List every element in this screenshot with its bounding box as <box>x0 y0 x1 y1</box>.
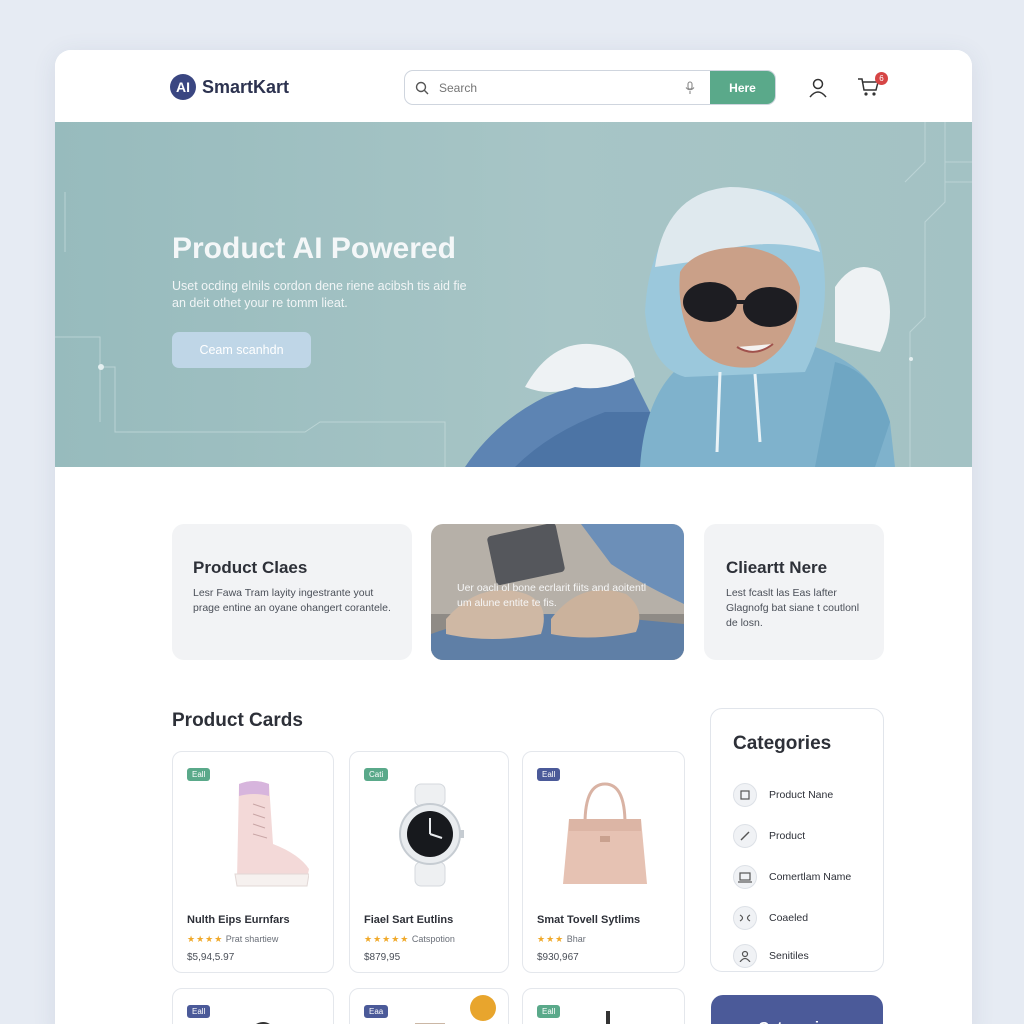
product-price: $879,95 <box>364 952 401 963</box>
category-item[interactable]: Product Nane <box>733 783 833 807</box>
product-thumbnail <box>415 1023 445 1024</box>
category-item[interactable]: Product <box>733 824 805 848</box>
category-item[interactable]: Senitiles <box>733 944 809 968</box>
product-section-title: Product Cards <box>172 710 303 731</box>
brand-logo[interactable]: AI SmartKart <box>170 74 289 100</box>
star-rating-icon: ★★★★ <box>187 934 224 944</box>
product-rating: ★★★★★ Catspotion <box>364 934 455 945</box>
product-thumbnail <box>256 1022 270 1024</box>
rating-text: Catspotion <box>411 934 455 944</box>
brand-name: SmartKart <box>202 76 290 97</box>
category-label: Product Nane <box>769 789 834 801</box>
search-bar: Here <box>404 70 776 105</box>
tag-icon <box>733 783 757 807</box>
hero-title: Product AI Powered <box>172 232 456 265</box>
link-icon <box>733 906 757 930</box>
handbag-image <box>563 782 647 884</box>
category-label: Coaeled <box>769 912 809 924</box>
user-account-icon[interactable] <box>807 77 829 104</box>
feature-card-client[interactable]: Clieartt Nere Lest fcaslt las Eas lafter… <box>704 524 884 660</box>
hero-cta-button[interactable]: Ceam scanhdn <box>172 332 311 368</box>
category-item[interactable]: Coaeled <box>733 906 808 930</box>
product-name: Nulth Eips Eurnfars <box>187 914 290 926</box>
star-rating-icon: ★★★★★ <box>364 934 410 944</box>
search-button[interactable]: Here <box>710 71 775 104</box>
feature-text: Lesr Fawa Tram layity ingestrante yout p… <box>193 587 391 614</box>
product-card[interactable]: Eall Nulth Eips Eurnfars ★★★★ Prat shart… <box>172 751 334 973</box>
rating-text: Bhar <box>566 934 586 944</box>
rating-text: Prat shartiew <box>225 934 279 944</box>
product-tag: Eall <box>537 1005 561 1018</box>
categories-title: Categories <box>733 733 832 754</box>
category-label: Comertlam Name <box>769 871 852 883</box>
hero-model-image <box>465 187 895 467</box>
product-rating: ★★★★ Prat shartiew <box>187 934 278 945</box>
sneaker-boot-image <box>234 781 309 887</box>
product-card[interactable]: Eall <box>172 988 334 1024</box>
category-item[interactable]: Comertlam Name <box>733 865 851 889</box>
product-card[interactable]: Cati Fiael Sart Eutlins ★★★★★ Catspotion… <box>349 751 509 973</box>
search-input[interactable] <box>439 71 670 104</box>
feature-title: Product Claes <box>193 558 308 577</box>
product-thumbnail <box>606 1011 610 1024</box>
feature-card-photo[interactable]: Uer oacli ol bone ecrlarit fiits and aoi… <box>431 524 684 660</box>
feature-text: Lest fcaslt las Eas lafter Glagnofg bat … <box>726 587 860 629</box>
smartwatch-image <box>399 783 464 887</box>
product-tag: Eaa <box>364 1005 389 1018</box>
search-icon <box>405 81 439 95</box>
categories-panel: Categories Product Nane Product Comertla… <box>710 708 884 972</box>
logo-mark: AI <box>170 74 196 100</box>
categories-button[interactable]: Categories <box>711 995 883 1024</box>
product-tag: Eall <box>187 1005 211 1018</box>
category-label: Product <box>769 830 806 842</box>
product-card[interactable]: Eall Smat Tovell Sytlims ★★★ Bhar $930,9… <box>522 751 685 973</box>
product-card[interactable]: Eall <box>522 988 685 1024</box>
product-tag: Eall <box>187 768 211 781</box>
user-icon <box>733 944 757 968</box>
product-card[interactable]: Eaa <box>349 988 509 1024</box>
product-name: Smat Tovell Sytlims <box>537 914 641 926</box>
feature-photo-text: Uer oacli ol bone ecrlarit fiits and aoi… <box>457 582 647 609</box>
hero-subtitle: Uset ocding elnils cordon dene riene aci… <box>172 279 467 310</box>
product-name: Fiael Sart Eutlins <box>364 914 454 926</box>
product-rating: ★★★ Bhar <box>537 934 586 945</box>
hero-banner: Product AI Powered Uset ocding elnils co… <box>55 122 972 467</box>
star-rating-icon: ★★★ <box>537 934 565 944</box>
feature-title: Clieartt Nere <box>726 558 828 577</box>
top-header: AI SmartKart Here 6 <box>55 50 972 122</box>
pen-icon <box>733 824 757 848</box>
feature-card-product[interactable]: Product Claes Lesr Fawa Tram layity inge… <box>172 524 412 660</box>
product-price: $5,94,5.97 <box>187 952 235 963</box>
app-window: AI SmartKart Here 6 <box>55 50 972 1024</box>
cart-count-badge: 6 <box>875 72 888 85</box>
category-label: Senitiles <box>769 950 809 962</box>
microphone-icon[interactable] <box>670 80 710 95</box>
product-price: $930,967 <box>537 952 579 963</box>
laptop-icon <box>733 865 757 889</box>
promo-badge-icon <box>470 995 496 1021</box>
